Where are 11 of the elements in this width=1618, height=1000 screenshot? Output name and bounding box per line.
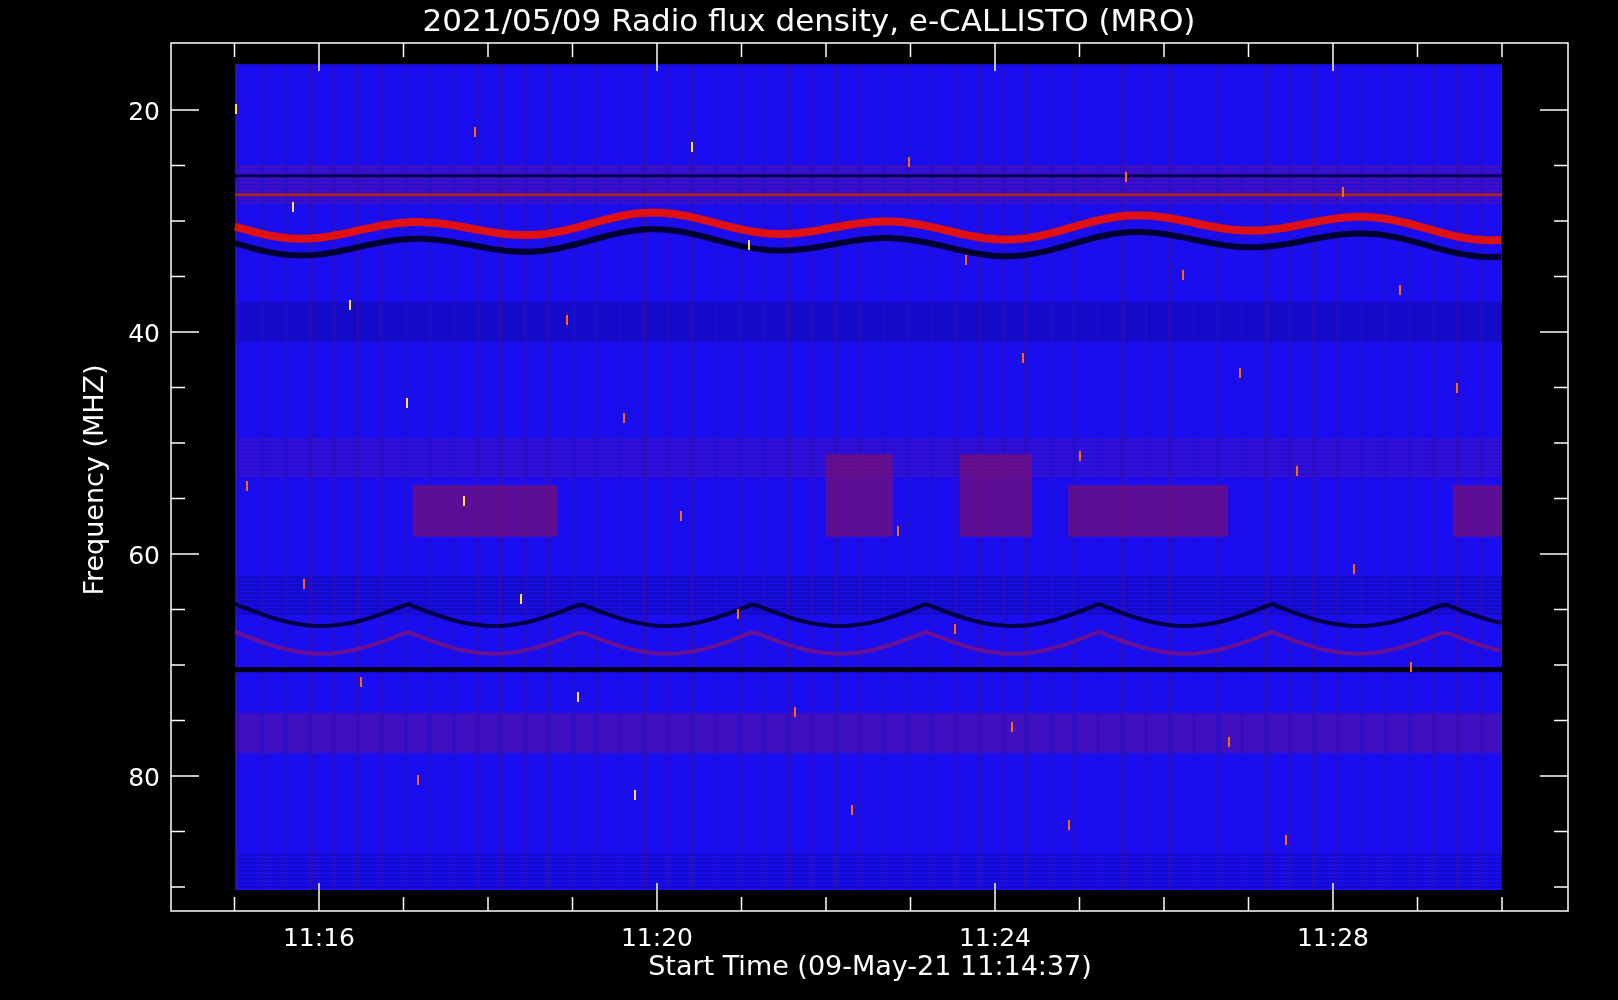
y-tick-label: 80 xyxy=(128,763,160,792)
y-tick-label: 60 xyxy=(128,541,160,570)
y-tick-label: 20 xyxy=(128,97,160,126)
y-tick-label: 40 xyxy=(128,319,160,348)
x-tick-label: 11:20 xyxy=(621,923,693,952)
x-tick-label: 11:28 xyxy=(1297,923,1369,952)
y-axis-label: Frequency (MHZ) xyxy=(78,364,109,596)
x-tick-label: 11:16 xyxy=(283,923,355,952)
plot-title: 2021/05/09 Radio flux density, e-CALLISTO (MRO) xyxy=(422,2,1196,38)
x-axis-label: Start Time (09-May-21 11:14:37) xyxy=(648,950,1092,981)
x-tick-label: 11:24 xyxy=(959,923,1031,952)
